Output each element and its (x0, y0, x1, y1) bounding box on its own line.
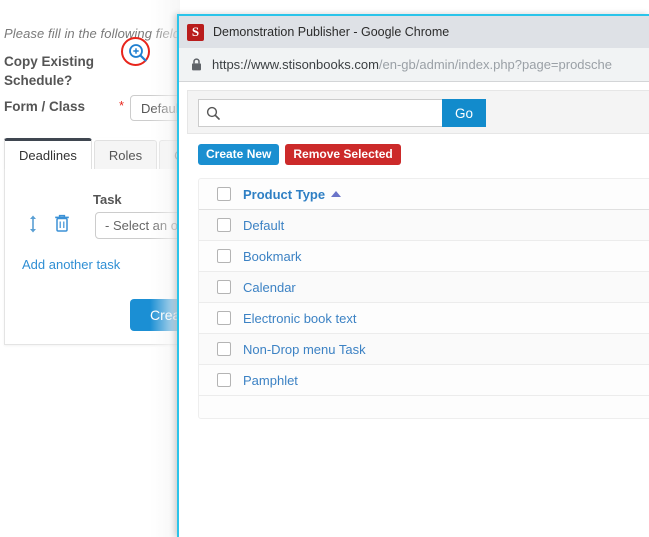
stison-logo-icon: S (187, 23, 204, 41)
padlock-secure-icon (191, 58, 202, 71)
row-checkbox[interactable] (217, 280, 231, 294)
row-checkbox[interactable] (217, 218, 231, 232)
tab-deadlines[interactable]: Deadlines (4, 138, 92, 169)
product-type-link[interactable]: Non-Drop menu Task (243, 342, 366, 357)
popup-url-bar[interactable]: https://www.stisonbooks.com/en-gb/admin/… (179, 48, 649, 82)
search-go-button[interactable]: Go (442, 99, 486, 127)
row-checkbox[interactable] (217, 249, 231, 263)
tab-roles[interactable]: Roles (93, 140, 158, 169)
table-row[interactable]: Pamphlet (199, 365, 649, 396)
form-instructions-text: Please fill in the following fields. C (4, 26, 204, 41)
required-field-asterisk: * (119, 98, 125, 113)
popup-title-bar: S Demonstration Publisher - Google Chrom… (179, 16, 649, 48)
column-header-label: Product Type (243, 186, 326, 202)
list-action-buttons: Create New Remove Selected (198, 144, 401, 165)
sort-ascending-arrow-icon[interactable] (331, 190, 342, 197)
popup-window-title: Demonstration Publisher - Google Chrome (213, 25, 450, 39)
add-another-task-link[interactable]: Add another task (22, 257, 120, 272)
row-checkbox[interactable] (217, 342, 231, 356)
table-row[interactable]: Default (199, 210, 649, 241)
task-column-header: Task (93, 192, 122, 207)
search-input-group: Go (198, 99, 486, 127)
zoom-icon-annotation (121, 37, 154, 70)
form-class-label: Form / Class (4, 99, 86, 114)
popup-url-text: https://www.stisonbooks.com/en-gb/admin/… (212, 57, 612, 72)
create-new-button[interactable]: Create New (198, 144, 280, 165)
product-type-link[interactable]: Default (243, 218, 284, 233)
table-header-row: Product Type (199, 179, 649, 210)
product-type-link[interactable]: Pamphlet (243, 373, 298, 388)
popup-page-content: Go Create New Remove Selected Product Ty… (179, 82, 649, 537)
url-host: https://www.stisonbooks.com (212, 57, 379, 72)
row-checkbox[interactable] (217, 373, 231, 387)
product-type-link[interactable]: Bookmark (243, 249, 302, 264)
search-input[interactable] (198, 99, 442, 127)
reorder-drag-handle-icon[interactable] (26, 214, 40, 234)
product-type-link[interactable]: Calendar (243, 280, 296, 295)
column-header-product-type[interactable]: Product Type (243, 186, 342, 202)
table-row[interactable]: Calendar (199, 272, 649, 303)
product-type-link[interactable]: Electronic book text (243, 311, 356, 326)
url-path: /en-gb/admin/index.php?page=prodsche (378, 57, 612, 72)
row-checkbox[interactable] (217, 311, 231, 325)
table-row[interactable]: Non-Drop menu Task (199, 334, 649, 365)
table-row[interactable]: Electronic book text (199, 303, 649, 334)
table-row[interactable]: Bookmark (199, 241, 649, 272)
product-type-list-panel: Product Type Default Bookmark Calendar E… (198, 178, 649, 419)
delete-task-trash-icon[interactable] (53, 213, 71, 233)
search-toolbar-panel: Go (187, 90, 649, 134)
chrome-popup-window: S Demonstration Publisher - Google Chrom… (177, 14, 649, 537)
copy-existing-schedule-label: Copy Existing Schedule? (4, 54, 95, 88)
magnifier-zoom-in-icon[interactable] (128, 43, 147, 62)
select-all-checkbox[interactable] (217, 187, 231, 201)
remove-selected-button[interactable]: Remove Selected (285, 144, 401, 165)
